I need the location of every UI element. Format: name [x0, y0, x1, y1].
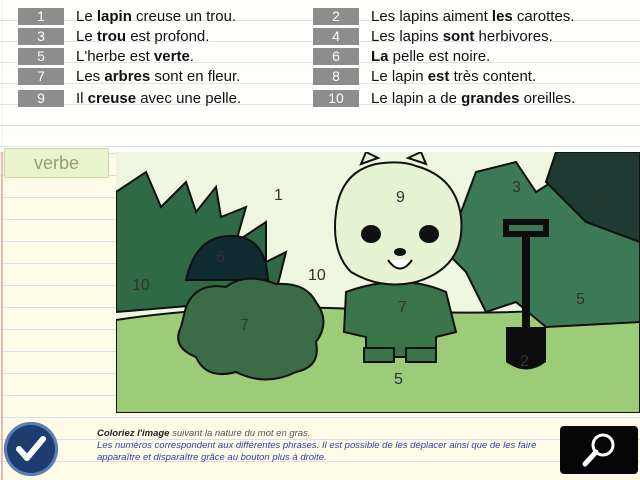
region-number: 10 [132, 277, 150, 294]
region-number: 9 [396, 189, 405, 206]
region-number: 5 [394, 371, 403, 388]
rabbit-eye-right [419, 225, 439, 243]
category-label: verbe [33, 152, 80, 173]
category-swatch-verbe[interactable]: verbe [4, 148, 109, 178]
sentence-number: 3 [18, 27, 64, 45]
sentence-row-3[interactable]: 3 Le trou est profond. [18, 26, 209, 46]
toggle-numbers-button[interactable] [560, 426, 638, 474]
sentence-text: La pelle est noire. [371, 47, 491, 65]
validate-button[interactable] [4, 422, 58, 476]
instruction-rest: suivant la nature du mot en gras. [169, 428, 311, 439]
sentence-text: Les lapins sont herbivores. [371, 27, 553, 45]
sentence-row-1[interactable]: 1 Le lapin creuse un trou. [18, 6, 236, 26]
region-number: 3 [512, 179, 521, 196]
sentence-number: 8 [313, 67, 359, 85]
magnifier-icon [582, 433, 615, 467]
rabbit-eye-left [361, 225, 381, 243]
sentence-number: 4 [313, 27, 359, 45]
sentence-number: 10 [313, 89, 359, 107]
shovel-handle[interactable] [522, 232, 530, 332]
sentence-text: Le lapin creuse un trou. [76, 7, 237, 25]
sentence-number: 7 [18, 67, 64, 85]
checkmark-icon [16, 436, 46, 461]
region-number: 6 [216, 249, 225, 266]
sentence-text: Les lapins aiment les carottes. [371, 7, 575, 25]
instruction-title: Coloriez l'image [97, 428, 170, 439]
sentence-text: Le lapin est très content. [371, 67, 537, 85]
sentence-number: 2 [313, 7, 359, 25]
sentence-number: 5 [18, 47, 64, 65]
region-number: 5 [576, 291, 585, 308]
sentence-panel[interactable]: 1 Le lapin creuse un trou. 3 Le trou est… [0, 0, 640, 152]
sentence-text: Les arbres sont en fleur. [76, 67, 241, 85]
sentence-row-6[interactable]: 6 La pelle est noire. [313, 46, 490, 66]
region-number: 7 [240, 317, 249, 334]
sentence-number: 1 [18, 7, 64, 25]
region-number: 1 [274, 187, 283, 204]
instructions: Coloriez l'image suivant la nature du mo… [97, 428, 557, 476]
sentence-row-10[interactable]: 10 Le lapin a de grandes oreilles. [313, 88, 575, 108]
region-number: 2 [592, 197, 601, 214]
sentence-row-5[interactable]: 5 L'herbe est verte. [18, 46, 194, 66]
dirt-pile-region[interactable] [177, 277, 325, 381]
rabbit-nose [394, 248, 406, 256]
region-number: 2 [520, 353, 529, 370]
sentence-text: Il creuse avec une pelle. [76, 89, 242, 107]
coloring-picture[interactable]: 1 2 3 5 6 7 7 9 10 10 2 5 [116, 152, 640, 413]
sentence-row-2[interactable]: 2 Les lapins aiment les carottes. [313, 6, 574, 26]
sentence-row-7[interactable]: 7 Les arbres sont en fleur. [18, 66, 240, 86]
instruction-help: Les numéros correspondent aux différente… [97, 440, 537, 463]
sentence-row-9[interactable]: 9 Il creuse avec une pelle. [18, 88, 241, 108]
region-number: 7 [398, 299, 407, 316]
sentence-text: Le lapin a de grandes oreilles. [371, 89, 576, 107]
sentence-row-8[interactable]: 8 Le lapin est très content. [313, 66, 536, 86]
region-number: 10 [308, 267, 326, 284]
sentence-text: L'herbe est verte. [76, 47, 194, 65]
rabbit-leg-right[interactable] [405, 347, 437, 363]
sentence-text: Le trou est profond. [76, 27, 210, 45]
sentence-number: 9 [18, 89, 64, 107]
rabbit-leg-left[interactable] [363, 347, 395, 363]
sentence-row-4[interactable]: 4 Les lapins sont herbivores. [313, 26, 553, 46]
sentence-number: 6 [313, 47, 359, 65]
